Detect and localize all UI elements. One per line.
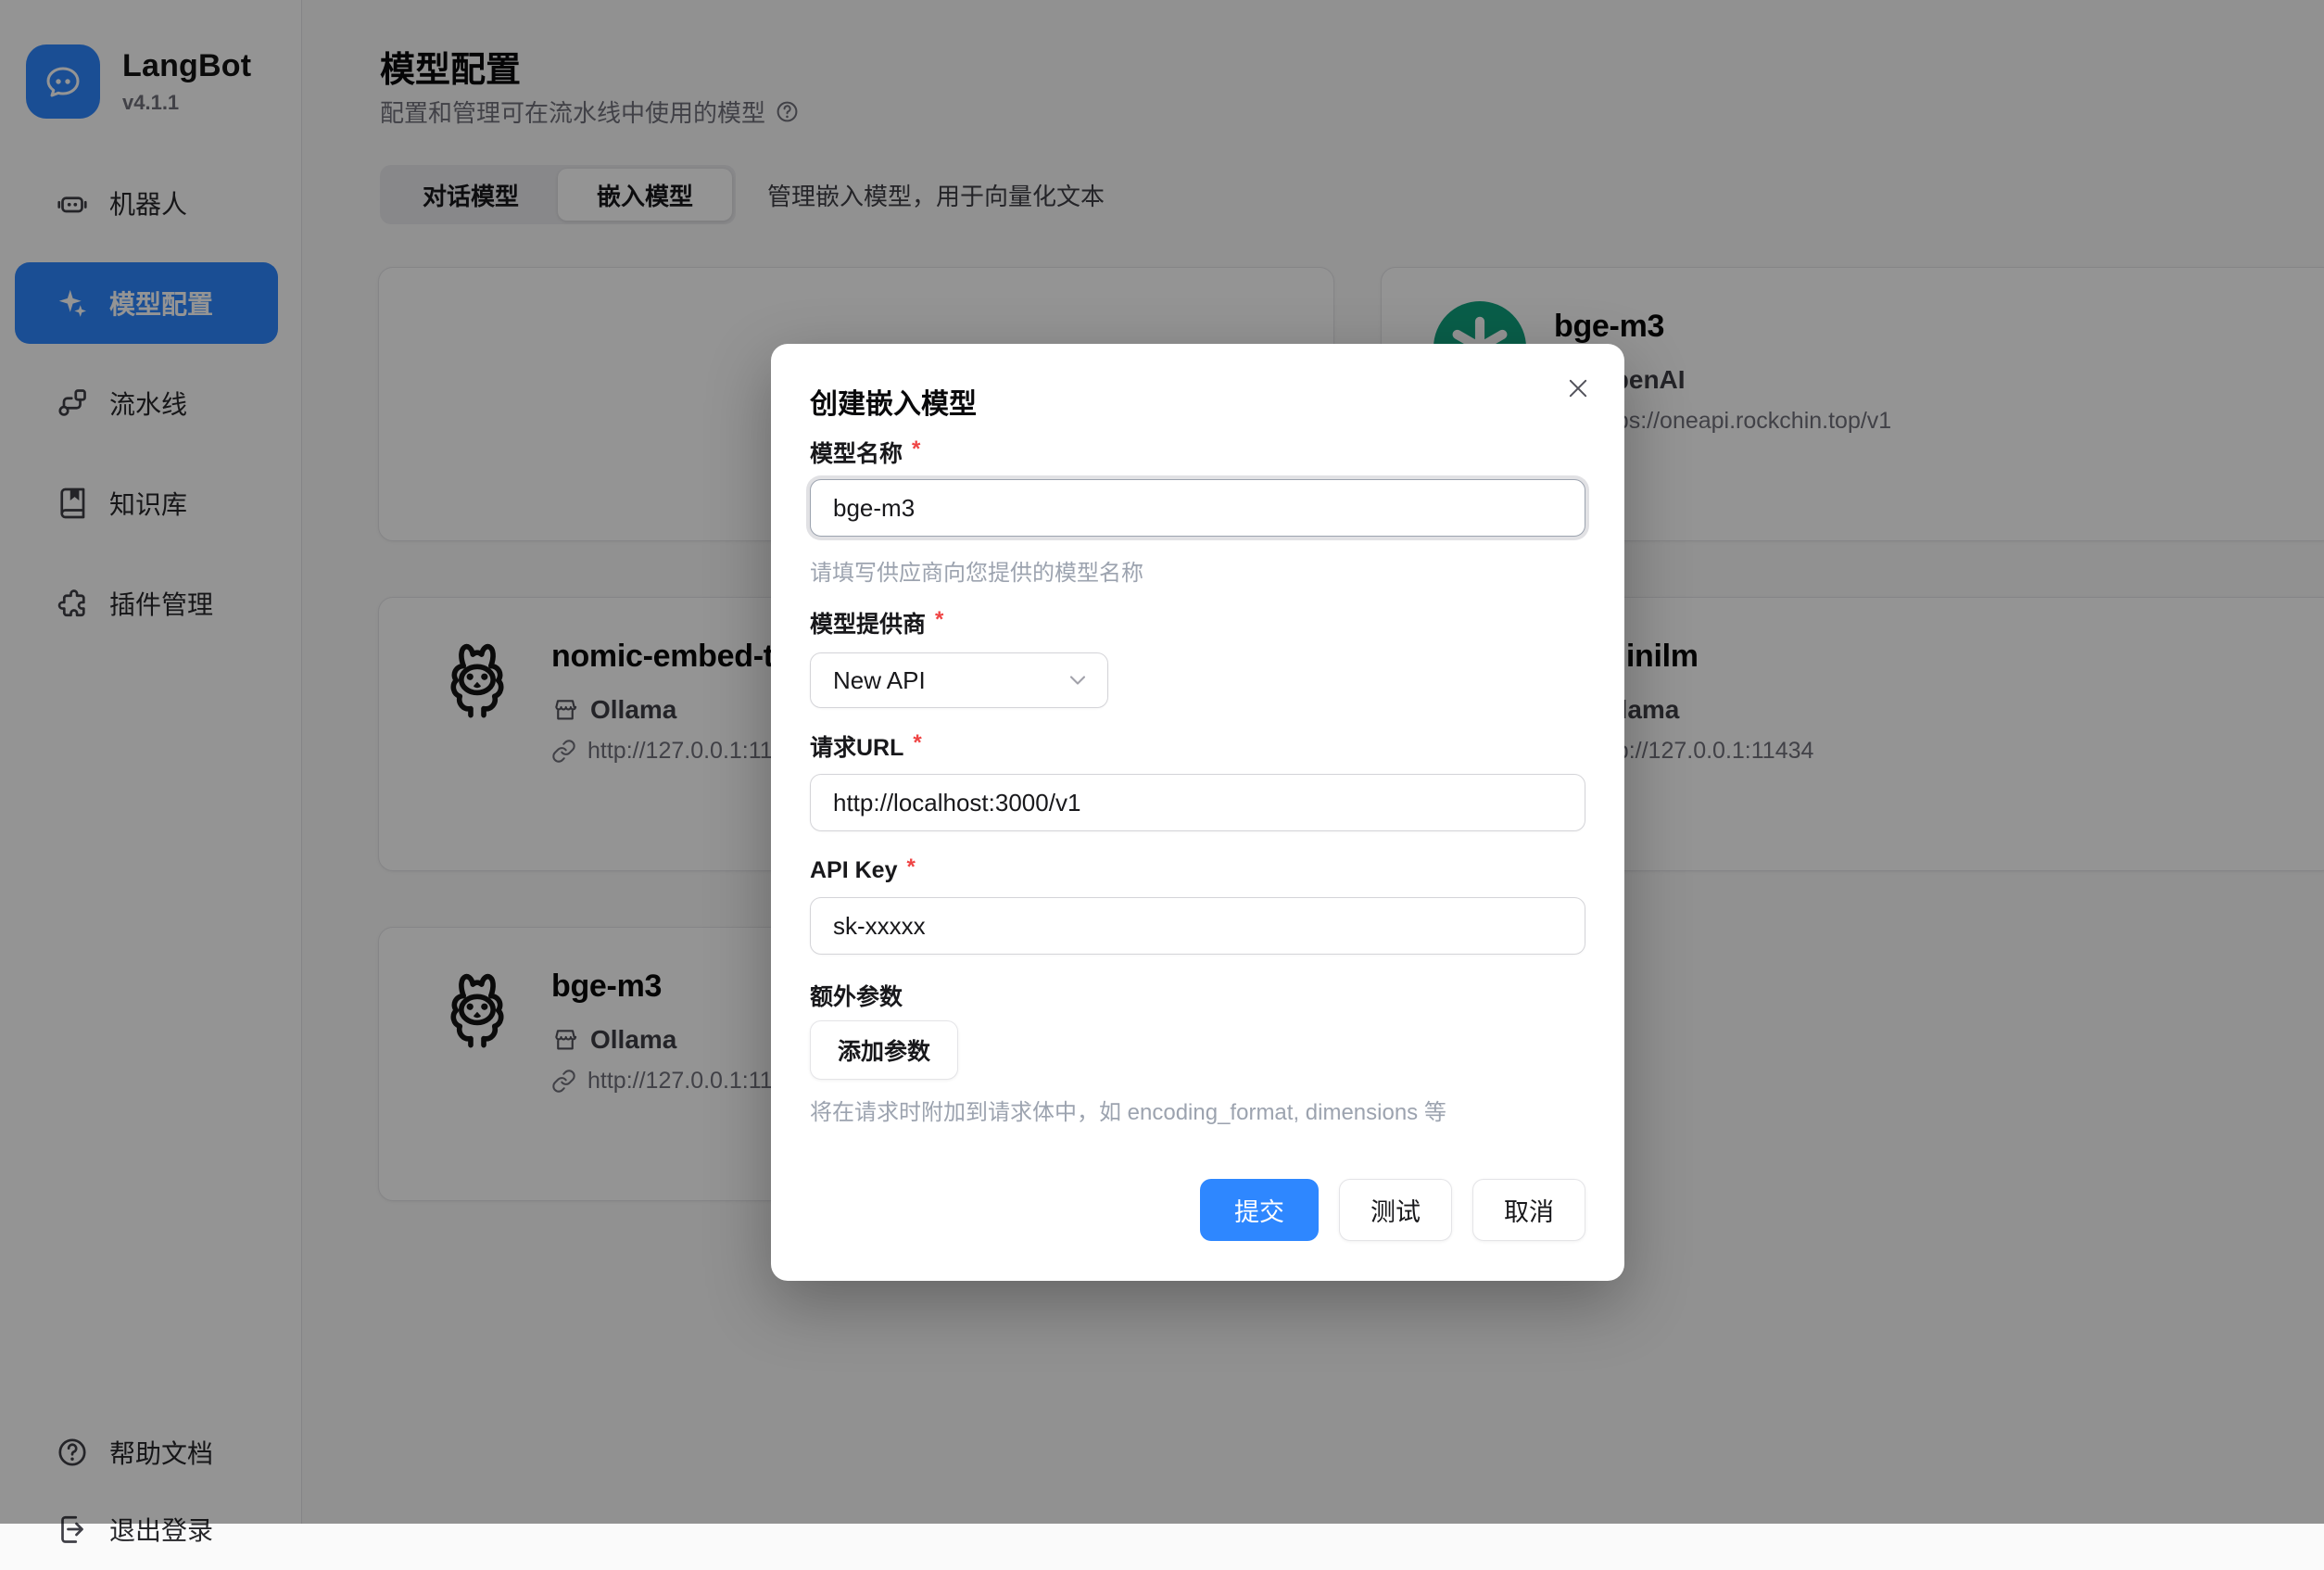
required-mark: * <box>913 730 921 756</box>
required-mark: * <box>935 607 943 633</box>
provider-select-value: New API <box>833 666 926 695</box>
close-icon[interactable] <box>1560 370 1597 407</box>
extra-params-label: 额外参数 <box>810 981 1585 1009</box>
label-text: API Key <box>810 857 897 884</box>
request-url-label: 请求URL * <box>810 732 1585 760</box>
required-mark: * <box>912 437 920 462</box>
model-name-label: 模型名称 * <box>810 438 1585 466</box>
submit-button[interactable]: 提交 <box>1200 1179 1319 1241</box>
add-param-button[interactable]: 添加参数 <box>810 1020 958 1080</box>
api-key-label: API Key * <box>810 856 1585 884</box>
model-name-input[interactable] <box>810 479 1585 537</box>
label-text: 额外参数 <box>810 979 903 1012</box>
request-url-input[interactable] <box>810 774 1585 831</box>
create-embedding-model-dialog: 创建嵌入模型 模型名称 * 请填写供应商向您提供的模型名称 模型提供商 * Ne… <box>771 344 1624 1281</box>
provider-select[interactable]: New API <box>810 652 1108 708</box>
dialog-title: 创建嵌入模型 <box>810 381 1585 411</box>
label-text: 请求URL <box>810 729 903 763</box>
chevron-down-icon <box>1065 667 1091 693</box>
extra-params-helper: 将在请求时附加到请求体中，如 encoding_format, dimensio… <box>810 1094 1585 1121</box>
dialog-footer: 提交 测试 取消 <box>1200 1179 1585 1241</box>
provider-label: 模型提供商 * <box>810 609 1585 637</box>
required-mark: * <box>906 855 915 880</box>
cancel-button[interactable]: 取消 <box>1472 1179 1585 1241</box>
label-text: 模型名称 <box>810 436 903 469</box>
model-name-helper: 请填写供应商向您提供的模型名称 <box>810 554 1585 582</box>
label-text: 模型提供商 <box>810 606 926 639</box>
test-button[interactable]: 测试 <box>1339 1179 1452 1241</box>
api-key-input[interactable] <box>810 897 1585 955</box>
